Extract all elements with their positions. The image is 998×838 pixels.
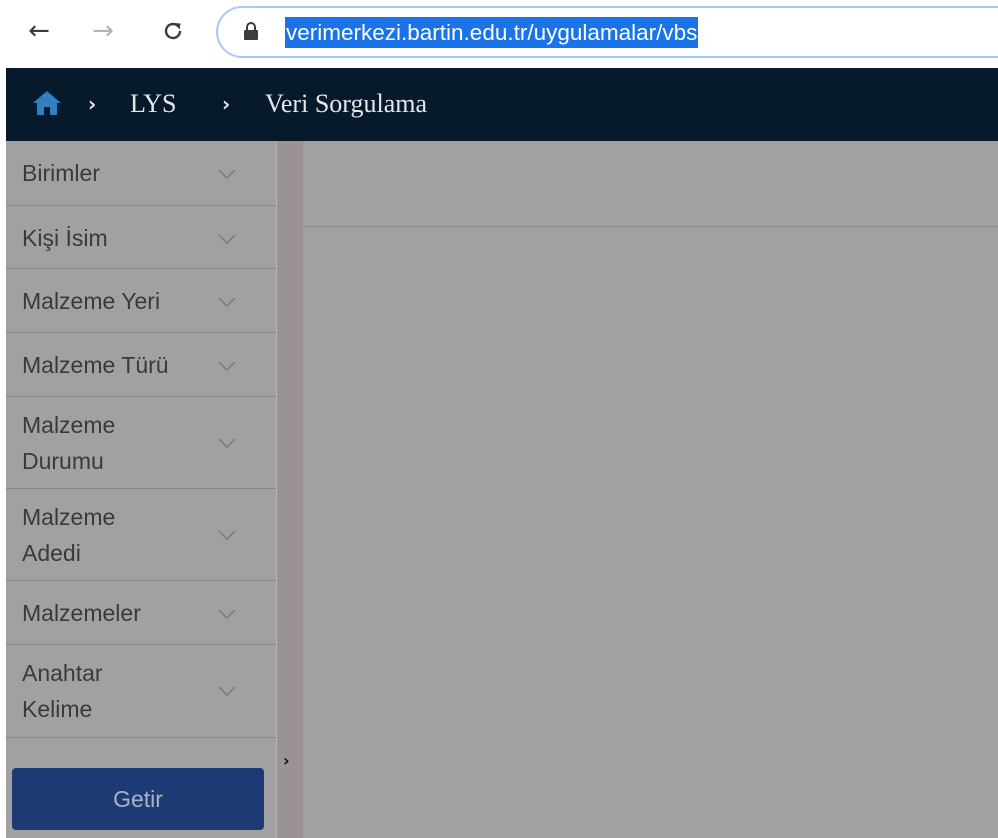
main-content <box>303 141 998 838</box>
breadcrumb-veri-sorgulama: Veri Sorgulama <box>265 89 427 118</box>
filter-item-malzeme-durumu[interactable]: Malzeme Durumu <box>6 397 276 489</box>
getir-button[interactable]: Getir <box>12 768 264 830</box>
sidebar-splitter[interactable]: › <box>276 141 303 838</box>
reload-icon[interactable] <box>156 14 190 48</box>
chevron-down-icon <box>218 609 236 620</box>
chevron-down-icon <box>218 234 236 245</box>
chevron-down-icon <box>218 297 236 308</box>
expand-arrow-icon[interactable]: › <box>283 751 290 770</box>
app-header: › LYS › Veri Sorgulama <box>6 68 998 141</box>
filter-item-malzemeler[interactable]: Malzemeler <box>6 581 276 645</box>
address-bar[interactable]: verimerkezi.bartin.edu.tr/uygulamalar/vb… <box>216 6 998 58</box>
filter-item-label: Malzemeler <box>22 600 141 626</box>
filter-item-malzeme-adedi[interactable]: Malzeme Adedi <box>6 489 276 581</box>
breadcrumb-separator-icon: › <box>222 92 231 116</box>
filter-item-label: Kişi İsim <box>22 225 108 251</box>
forward-arrow-icon[interactable]: → <box>86 14 120 48</box>
filter-item-label: Malzeme Türü <box>22 352 169 378</box>
filter-item-label: Malzeme Yeri <box>22 288 161 314</box>
filter-item-malzeme-turu[interactable]: Malzeme Türü <box>6 333 276 397</box>
filter-item-kisi-isim[interactable]: Kişi İsim <box>6 206 276 269</box>
breadcrumb-lys[interactable]: LYS <box>130 88 177 120</box>
filter-item-label: Anahtar Kelime <box>22 660 103 722</box>
home-icon[interactable] <box>32 90 62 116</box>
main-toolbar <box>303 141 998 227</box>
filter-item-label: Malzeme Durumu <box>22 412 116 474</box>
browser-toolbar: ← → verimerkezi.bartin.edu.tr/uygulamala… <box>0 0 998 68</box>
chevron-down-icon <box>218 361 236 372</box>
filter-item-malzeme-yeri[interactable]: Malzeme Yeri <box>6 269 276 333</box>
filter-sidebar: Birimler Kişi İsim Malzeme Yeri Malzeme … <box>6 141 276 838</box>
back-arrow-icon[interactable]: ← <box>22 14 56 48</box>
url-text[interactable]: verimerkezi.bartin.edu.tr/uygulamalar/vb… <box>285 17 699 48</box>
breadcrumb-separator-icon: › <box>88 92 97 116</box>
reload-arrow-icon <box>164 22 182 40</box>
lock-icon <box>244 22 258 40</box>
chevron-down-icon <box>218 686 236 697</box>
chevron-down-icon <box>218 530 236 541</box>
filter-item-label: Birimler <box>22 160 100 186</box>
filter-item-label: Malzeme Adedi <box>22 504 116 566</box>
chevron-down-icon <box>218 438 236 449</box>
filter-item-anahtar-kelime[interactable]: Anahtar Kelime <box>6 645 276 738</box>
chevron-down-icon <box>218 169 236 180</box>
filter-item-birimler[interactable]: Birimler <box>6 141 276 206</box>
